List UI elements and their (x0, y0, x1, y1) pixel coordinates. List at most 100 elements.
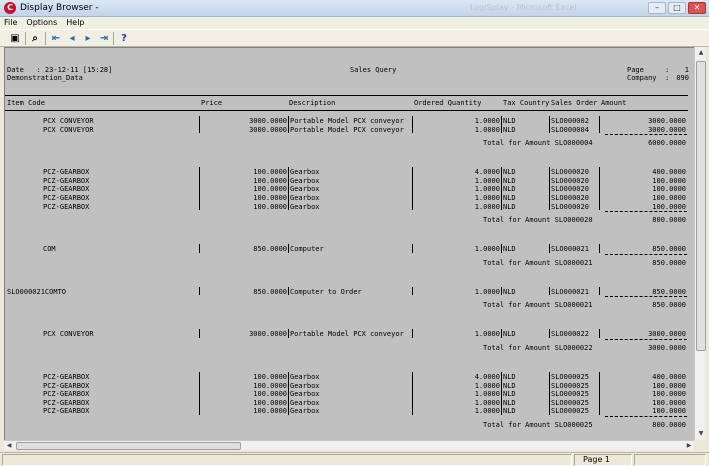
column-separator (199, 167, 200, 211)
vertical-scroll-thumb[interactable] (696, 61, 706, 351)
total-label: Total for Amount SLO000025 (483, 421, 593, 429)
table-cell-tax: NLD (503, 125, 516, 134)
table-cell-price: 100.0000 (253, 185, 287, 194)
column-separator (549, 286, 550, 296)
table-cell-order: SLO000025 (551, 398, 589, 407)
table-cell-price: 850.0000 (253, 287, 287, 296)
table-cell-order: SLO000020 (551, 202, 589, 211)
menu-help[interactable]: Help (66, 17, 84, 29)
total-label: Total for Amount SLO000021 (483, 301, 593, 310)
total-label: Total for Amount SLO000004 (483, 139, 593, 148)
column-header-tax-country: Tax Country (503, 99, 550, 107)
table-cell-price: 100.0000 (253, 390, 287, 399)
table-cell-item: SLO000021COMTO (7, 287, 67, 296)
table-cell-tax: NLD (503, 245, 516, 254)
column-separator (199, 329, 200, 338)
column-separator (599, 167, 600, 211)
total-label: Total for Amount SLO000022 (483, 344, 593, 352)
table-cell-price: 100.0000 (253, 168, 287, 177)
table-cell-tax: NLD (503, 202, 516, 211)
report-view: Date : 23-12-11 [15:28] Demonstration_Da… (4, 47, 694, 440)
menu-bar: File Options Help (0, 17, 709, 29)
print-icon[interactable]: ▣ (8, 32, 22, 45)
table-cell-qty: 1.0000 (474, 117, 500, 125)
column-header-ordered-quantity: Ordered Quantity (414, 99, 482, 107)
toolbar-separator (45, 32, 46, 45)
page-colon: : (665, 66, 670, 74)
scroll-right-icon[interactable]: ▶ (684, 441, 694, 451)
total-value: 3000.0000 (648, 344, 686, 352)
table-cell-desc: Gearbox (290, 373, 320, 381)
help-icon[interactable]: ? (117, 32, 131, 45)
page-number: 1 (684, 66, 689, 74)
total-label: Total for Amount SLO000021 (483, 258, 593, 267)
scroll-left-icon[interactable]: ◀ (4, 441, 14, 451)
table-cell-price: 3000.0000 (249, 117, 287, 125)
first-page-icon[interactable]: ⇤ (49, 32, 63, 45)
scroll-down-icon[interactable]: ▼ (695, 428, 707, 440)
last-page-icon[interactable]: ⇥ (97, 32, 111, 45)
next-page-icon[interactable]: ▸ (81, 32, 95, 45)
table-cell-price: 3000.0000 (249, 330, 287, 339)
table-cell-price: 100.0000 (253, 194, 287, 202)
column-separator (412, 116, 413, 134)
background-window-title: LogiSplay - Microsoft Excel (470, 3, 577, 12)
column-separator (199, 244, 200, 253)
table-cell-amount: 100.0000 (652, 407, 686, 416)
header-top-rule (5, 95, 688, 96)
find-icon[interactable]: ⌕ (28, 32, 42, 45)
table-cell-desc: Gearbox (290, 407, 320, 416)
total-label: Total for Amount SLO000020 (483, 216, 593, 225)
table-cell-desc: Gearbox (290, 176, 320, 185)
report-date: Date : 23-12-11 [15:28] (7, 66, 113, 74)
table-cell-amount: 400.0000 (652, 168, 686, 177)
table-cell-qty: 1.0000 (474, 398, 500, 407)
table-cell-order: SLO000025 (551, 407, 589, 416)
table-cell-desc: Gearbox (290, 381, 320, 390)
table-cell-price: 100.0000 (253, 407, 287, 416)
previous-page-icon[interactable]: ◂ (65, 32, 79, 45)
horizontal-scrollbar[interactable]: ◀ ▶ (4, 440, 694, 450)
maximize-button[interactable]: □ (668, 2, 686, 14)
scroll-up-icon[interactable]: ▲ (695, 47, 707, 59)
menu-file[interactable]: File (4, 17, 17, 29)
table-cell-desc: Gearbox (290, 194, 320, 202)
table-cell-order: SLO000004 (551, 125, 589, 134)
column-separator (501, 116, 502, 134)
table-cell-qty: 1.0000 (474, 245, 500, 254)
column-separator (288, 244, 289, 253)
menu-options[interactable]: Options (26, 17, 57, 29)
table-cell-price: 100.0000 (253, 373, 287, 381)
close-button[interactable]: ✕ (688, 2, 706, 14)
column-separator (412, 372, 413, 415)
total-value: 800.0000 (652, 421, 686, 429)
table-cell-order: SLO000025 (551, 390, 589, 399)
horizontal-scroll-thumb[interactable] (16, 442, 241, 450)
status-bar: Page 1 (0, 452, 709, 466)
total-value: 6000.0000 (648, 139, 686, 148)
report-company-name: Demonstration_Data (7, 74, 83, 82)
table-cell-desc: Gearbox (290, 390, 320, 399)
column-separator (199, 372, 200, 415)
title-bar: C Display Browser - LogiSplay - Microsof… (0, 0, 709, 17)
table-cell-tax: NLD (503, 381, 516, 390)
table-cell-order: SLO000020 (551, 168, 589, 177)
table-cell-amount: 100.0000 (652, 185, 686, 194)
table-cell-qty: 4.0000 (474, 373, 500, 381)
column-separator (599, 286, 600, 296)
vertical-scrollbar[interactable]: ▲ ▼ (694, 47, 706, 440)
company-label: Company (627, 74, 657, 82)
table-cell-tax: NLD (503, 176, 516, 185)
column-separator (288, 286, 289, 296)
table-cell-desc: Portable Model PCX conveyor (290, 125, 404, 134)
table-cell-price: 100.0000 (253, 381, 287, 390)
minimize-button[interactable]: – (648, 2, 666, 14)
column-separator (549, 329, 550, 338)
column-separator (501, 286, 502, 296)
column-header-amount: Amount (601, 99, 627, 107)
toolbar-separator (113, 32, 114, 45)
column-separator (549, 167, 550, 211)
table-cell-order: SLO000025 (551, 381, 589, 390)
table-cell-amount: 400.0000 (652, 373, 686, 381)
status-panel-extra (634, 454, 706, 466)
